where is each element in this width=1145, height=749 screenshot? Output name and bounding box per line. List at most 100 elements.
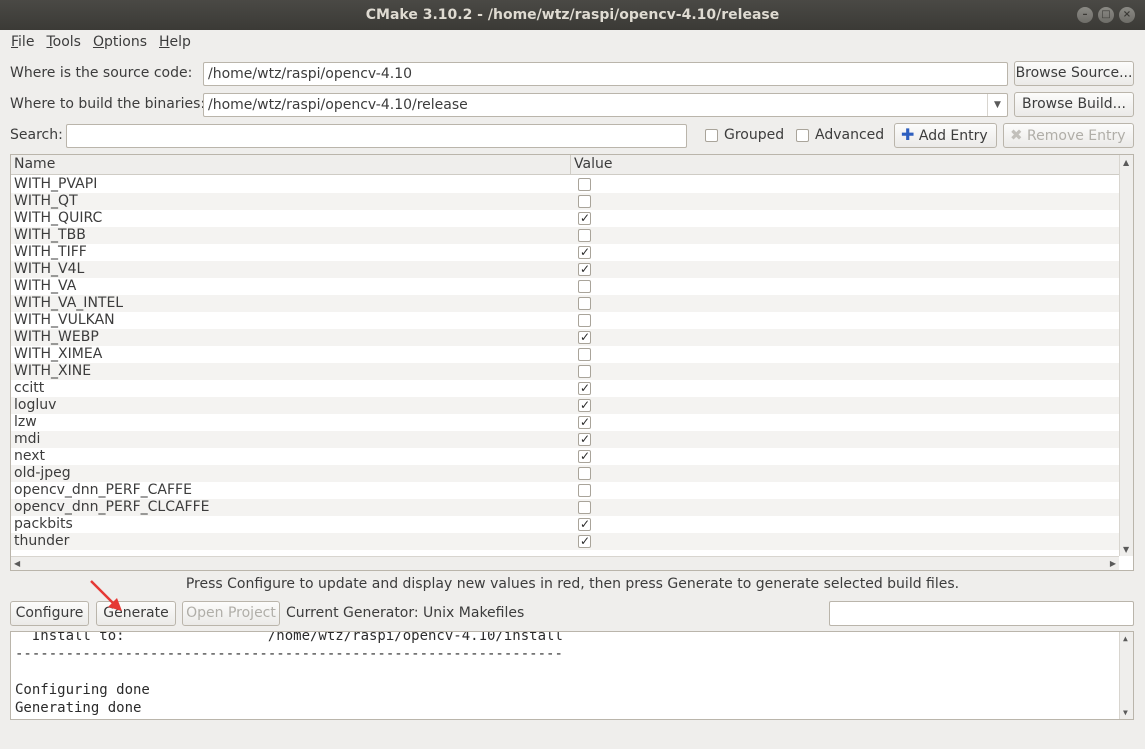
table-row[interactable]: ccitt [11,380,1119,397]
row-name: mdi [14,431,41,447]
column-header-value[interactable]: Value [574,156,612,172]
table-row[interactable]: WITH_VA [11,278,1119,295]
row-value-checkbox[interactable] [578,533,591,550]
scroll-down-icon[interactable]: ▼ [1123,708,1128,717]
table-row[interactable]: WITH_PVAPI [11,176,1119,193]
row-value-checkbox[interactable] [578,348,591,361]
window-controls: – □ × [1077,7,1135,23]
table-row[interactable]: WITH_TIFF [11,244,1119,261]
row-value-checkbox[interactable] [578,244,591,261]
table-row[interactable]: next [11,448,1119,465]
table-row[interactable]: logluv [11,397,1119,414]
open-project-button[interactable]: Open Project [182,601,280,626]
table-row[interactable]: WITH_VULKAN [11,312,1119,329]
table-header: Name Value [11,155,1119,175]
table-row[interactable]: WITH_VA_INTEL [11,295,1119,312]
table-row[interactable]: WITH_XINE [11,363,1119,380]
table-row[interactable]: packbits [11,516,1119,533]
row-value-checkbox[interactable] [578,195,591,208]
row-name: WITH_PVAPI [14,176,98,192]
annotation-arrow-icon [90,580,122,611]
table-row[interactable]: WITH_V4L [11,261,1119,278]
row-value-checkbox[interactable] [578,329,591,346]
table-row[interactable]: WITH_QT [11,193,1119,210]
row-value-checkbox[interactable] [578,380,591,397]
row-value-checkbox[interactable] [578,314,591,327]
table-row[interactable]: WITH_QUIRC [11,210,1119,227]
build-path-combo[interactable]: /home/wtz/raspi/opencv-4.10/release ▼ [203,93,1008,117]
window-titlebar: CMake 3.10.2 - /home/wtz/raspi/opencv-4.… [0,0,1145,30]
maximize-icon[interactable]: □ [1098,7,1114,23]
row-value-checkbox[interactable] [578,501,591,514]
table-row[interactable]: mdi [11,431,1119,448]
row-name: ccitt [14,380,45,396]
row-value-checkbox[interactable] [578,516,591,533]
table-row[interactable]: thunder [11,533,1119,550]
window-title: CMake 3.10.2 - /home/wtz/raspi/opencv-4.… [365,7,780,23]
grouped-toggle[interactable]: Grouped [705,127,784,143]
row-value-checkbox[interactable] [578,297,591,310]
advanced-checkbox[interactable] [796,128,809,142]
advanced-label: Advanced [815,127,885,143]
row-value-checkbox[interactable] [578,178,591,191]
row-name: logluv [14,397,57,413]
table-row[interactable]: WITH_XIMEA [11,346,1119,363]
column-divider[interactable] [570,155,571,175]
search-input[interactable] [66,124,687,148]
scroll-right-icon[interactable]: ▶ [1110,559,1116,568]
scroll-up-icon[interactable]: ▲ [1123,158,1129,167]
menu-tools[interactable]: Tools [40,34,87,50]
table-rows: WITH_PVAPIWITH_QTWITH_QUIRCWITH_TBBWITH_… [11,176,1119,550]
output-vertical-scrollbar[interactable]: ▲ ▼ [1119,632,1133,719]
advanced-toggle[interactable]: Advanced [796,127,884,143]
row-name: WITH_VA_INTEL [14,295,124,311]
remove-entry-button[interactable]: ✖ Remove Entry [1003,123,1134,148]
scroll-left-icon[interactable]: ◀ [14,559,20,568]
row-value-checkbox[interactable] [578,397,591,414]
menu-help[interactable]: Help [153,34,197,50]
row-value-checkbox[interactable] [578,414,591,431]
menu-file[interactable]: File [5,34,40,50]
row-value-checkbox[interactable] [578,365,591,378]
row-value-checkbox[interactable] [578,261,591,278]
table-row[interactable]: old-jpeg [11,465,1119,482]
grouped-checkbox[interactable] [705,128,718,142]
table-row[interactable]: opencv_dnn_PERF_CAFFE [11,482,1119,499]
row-name: WITH_QUIRC [14,210,103,226]
browse-build-button[interactable]: Browse Build... [1014,92,1134,117]
output-line: Install to: /home/wtz/raspi/opencv-4.10/… [15,631,563,644]
table-row[interactable]: WITH_TBB [11,227,1119,244]
menu-options[interactable]: Options [87,34,153,50]
menu-help-label: elp [169,34,191,50]
row-value-checkbox[interactable] [578,467,591,480]
source-path-input[interactable]: /home/wtz/raspi/opencv-4.10 [203,62,1008,86]
row-value-checkbox[interactable] [578,448,591,465]
row-value-checkbox[interactable] [578,484,591,497]
row-name: WITH_VA [14,278,77,294]
row-value-checkbox[interactable] [578,431,591,448]
table-horizontal-scrollbar[interactable]: ◀ ▶ [11,556,1119,570]
configure-button[interactable]: Configure [10,601,89,626]
scroll-down-icon[interactable]: ▼ [1123,545,1129,554]
table-vertical-scrollbar[interactable]: ▲ ▼ [1119,155,1133,556]
chevron-down-icon[interactable]: ▼ [987,94,1007,116]
output-console[interactable]: ▲ ▼ Install to: /home/wtz/raspi/opencv-4… [10,631,1134,720]
table-row[interactable]: lzw [11,414,1119,431]
plus-icon: ✚ [901,125,915,144]
column-header-name[interactable]: Name [14,156,55,172]
scroll-up-icon[interactable]: ▲ [1123,634,1128,643]
close-icon[interactable]: × [1119,7,1135,23]
row-value-checkbox[interactable] [578,229,591,242]
add-entry-button[interactable]: ✚ Add Entry [894,123,997,148]
cache-table[interactable]: Name Value WITH_PVAPIWITH_QTWITH_QUIRCWI… [10,154,1134,571]
row-value-checkbox[interactable] [578,210,591,227]
output-line: Configuring done [15,682,150,698]
row-name: opencv_dnn_PERF_CAFFE [14,482,192,498]
table-row[interactable]: WITH_WEBP [11,329,1119,346]
remove-entry-label: Remove Entry [1027,128,1126,144]
browse-source-button[interactable]: Browse Source... [1014,61,1134,86]
row-value-checkbox[interactable] [578,280,591,293]
row-name: WITH_WEBP [14,329,99,345]
table-row[interactable]: opencv_dnn_PERF_CLCAFFE [11,499,1119,516]
minimize-icon[interactable]: – [1077,7,1093,23]
